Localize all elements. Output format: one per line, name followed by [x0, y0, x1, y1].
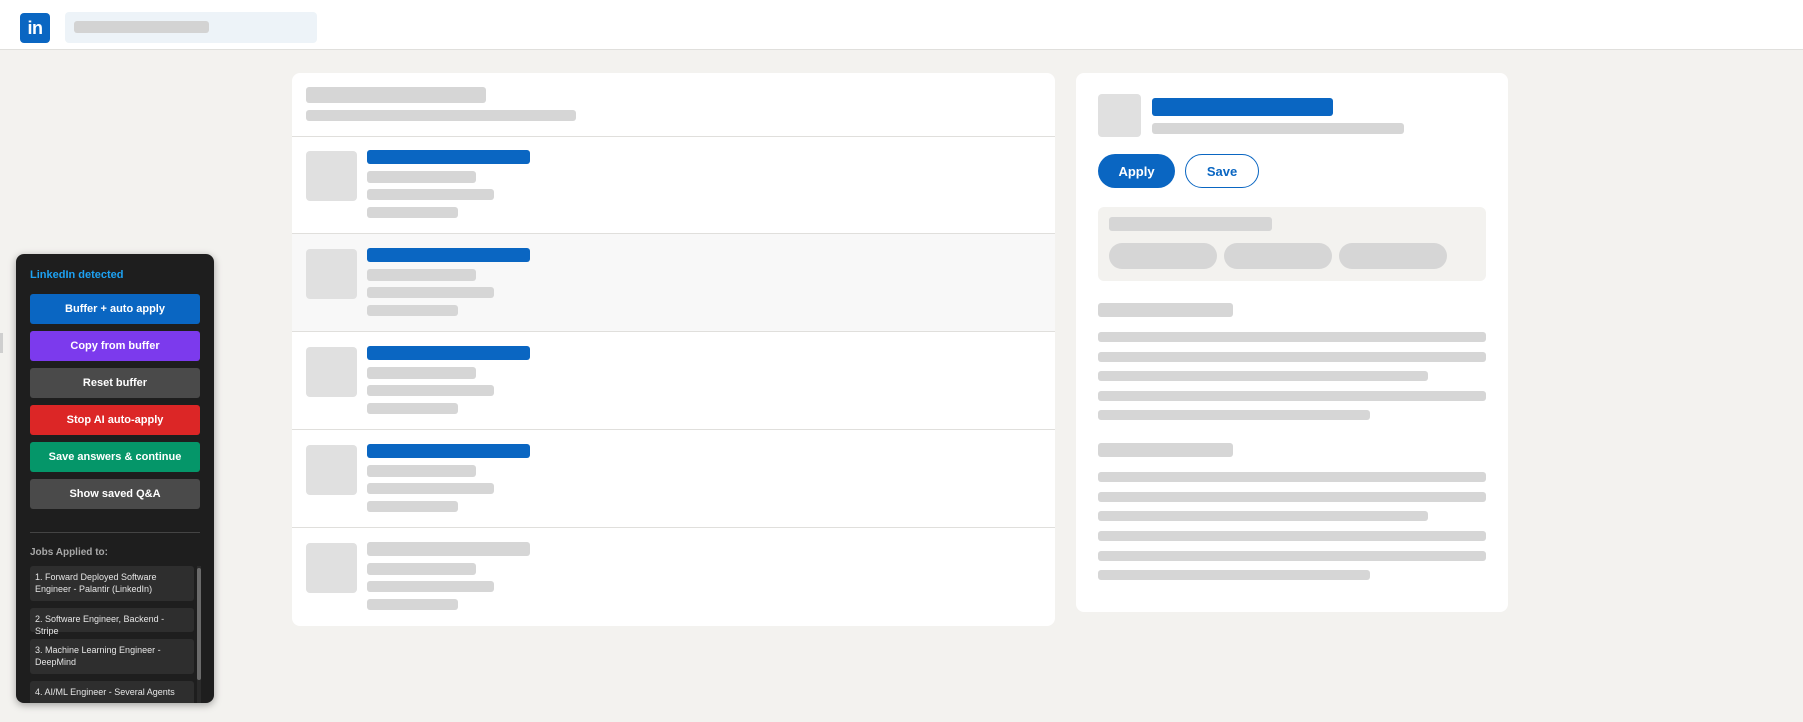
company-logo-skeleton — [306, 347, 357, 397]
text-line-skeleton — [1098, 551, 1486, 561]
location-skeleton — [367, 581, 494, 592]
edge-handle[interactable] — [0, 333, 3, 353]
location-skeleton — [367, 483, 494, 494]
job-title-skeleton[interactable] — [367, 248, 530, 262]
insight-pill-skeleton — [1339, 243, 1447, 269]
location-skeleton — [367, 287, 494, 298]
job-title-skeleton — [367, 542, 530, 556]
job-title-skeleton[interactable] — [367, 444, 530, 458]
list-item: 4. AI/ML Engineer - Several Agents — [30, 681, 194, 703]
job-title-skeleton[interactable] — [367, 150, 530, 164]
insights-title-skeleton — [1109, 217, 1272, 231]
company-skeleton — [367, 563, 476, 575]
top-nav-bar: in — [0, 0, 1803, 50]
text-line-skeleton — [1098, 511, 1428, 521]
company-skeleton — [367, 171, 476, 183]
job-list-item[interactable] — [292, 430, 1055, 528]
buffer-auto-apply-button[interactable]: Buffer + auto apply — [30, 294, 200, 324]
text-line-skeleton — [1098, 391, 1486, 401]
meta-skeleton — [367, 305, 458, 316]
meta-skeleton — [367, 207, 458, 218]
text-line-skeleton — [1098, 531, 1486, 541]
job-list-item[interactable] — [292, 528, 1055, 625]
save-button[interactable]: Save — [1185, 154, 1259, 188]
job-list-item[interactable] — [292, 136, 1055, 234]
text-line-skeleton — [1098, 570, 1370, 580]
meta-skeleton — [367, 599, 458, 610]
company-skeleton — [367, 269, 476, 281]
text-line-skeleton — [1098, 472, 1486, 482]
auto-apply-extension-panel: LinkedIn detected Buffer + auto apply Co… — [16, 254, 214, 703]
location-skeleton — [367, 189, 494, 200]
list-title-skeleton — [306, 87, 486, 103]
reset-buffer-button[interactable]: Reset buffer — [30, 368, 200, 398]
text-line-skeleton — [1098, 410, 1370, 420]
copy-from-buffer-button[interactable]: Copy from buffer — [30, 331, 200, 361]
job-detail-card: Apply Save — [1076, 73, 1508, 612]
list-item: 1. Forward Deployed Software Engineer - … — [30, 566, 194, 601]
job-list-item[interactable] — [292, 332, 1055, 430]
jobs-list-scrollbar-thumb[interactable] — [197, 568, 201, 680]
section-heading-skeleton — [1098, 443, 1233, 457]
jobs-applied-list[interactable]: 1. Forward Deployed Software Engineer - … — [30, 566, 200, 703]
linkedin-logo[interactable]: in — [20, 13, 50, 43]
text-line-skeleton — [1098, 332, 1486, 342]
company-skeleton — [367, 465, 476, 477]
list-item: 3. Machine Learning Engineer - DeepMind — [30, 639, 194, 674]
meta-skeleton — [367, 403, 458, 414]
company-logo-skeleton — [306, 249, 357, 299]
company-logo-skeleton — [306, 543, 357, 593]
detection-status: LinkedIn detected — [30, 269, 124, 281]
section-heading-skeleton — [1098, 303, 1233, 317]
show-saved-qa-button[interactable]: Show saved Q&A — [30, 479, 200, 509]
text-line-skeleton — [1098, 371, 1428, 381]
company-logo-skeleton — [1098, 94, 1141, 137]
location-skeleton — [367, 385, 494, 396]
detail-subtitle-skeleton — [1152, 123, 1404, 134]
stop-ai-auto-apply-button[interactable]: Stop AI auto-apply — [30, 405, 200, 435]
text-line-skeleton — [1098, 352, 1486, 362]
job-title-skeleton[interactable] — [367, 346, 530, 360]
list-item: 2. Software Engineer, Backend - Stripe — [30, 608, 194, 636]
company-logo-skeleton — [306, 445, 357, 495]
jobs-applied-heading: Jobs Applied to: — [30, 547, 108, 558]
job-list-header — [292, 73, 1055, 137]
job-insights-box — [1098, 207, 1486, 281]
apply-button[interactable]: Apply — [1098, 154, 1175, 188]
search-placeholder-skeleton — [74, 21, 209, 33]
company-skeleton — [367, 367, 476, 379]
insight-pill-skeleton — [1224, 243, 1332, 269]
insight-pill-skeleton — [1109, 243, 1217, 269]
text-line-skeleton — [1098, 492, 1486, 502]
panel-divider — [30, 532, 200, 533]
job-list-card — [292, 73, 1055, 626]
search-input[interactable] — [65, 12, 317, 43]
detail-title-skeleton — [1152, 98, 1333, 116]
save-answers-continue-button[interactable]: Save answers & continue — [30, 442, 200, 472]
job-list-item-selected[interactable] — [292, 234, 1055, 332]
list-subtitle-skeleton — [306, 110, 576, 121]
meta-skeleton — [367, 501, 458, 512]
company-logo-skeleton — [306, 151, 357, 201]
